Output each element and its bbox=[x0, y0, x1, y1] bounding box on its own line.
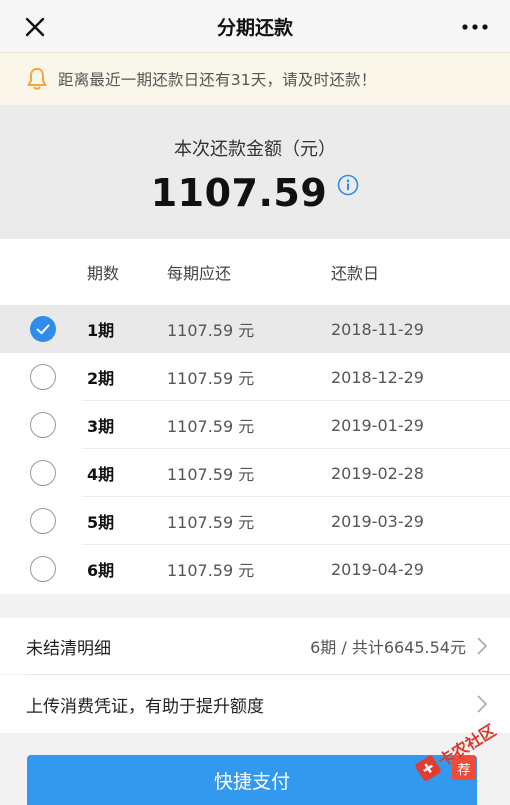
period-label: 6期 bbox=[87, 561, 115, 580]
outstanding-detail-label: 未结清明细 bbox=[26, 638, 111, 659]
due-date: 2019-02-28 bbox=[331, 463, 424, 483]
outstanding-detail-row[interactable]: 未结清明细 6期 / 共计6645.54元 bbox=[0, 618, 510, 674]
watermark-logo: 卡农社区 bbox=[415, 721, 499, 781]
outstanding-detail-value: 6期 / 共计6645.54元 bbox=[310, 638, 466, 657]
due-date: 2019-03-29 bbox=[331, 511, 424, 531]
radio-unselected[interactable] bbox=[30, 460, 56, 486]
installment-row-3[interactable]: 3期 1107.59 元 2019-01-29 bbox=[0, 401, 510, 449]
amount-value: 1107.59 bbox=[150, 171, 328, 215]
installment-row-5[interactable]: 5期 1107.59 元 2019-03-29 bbox=[0, 497, 510, 545]
page-title: 分期还款 bbox=[216, 16, 293, 39]
period-label: 4期 bbox=[87, 465, 115, 484]
header-amount: 每期应还 bbox=[167, 264, 232, 283]
radio-unselected[interactable] bbox=[30, 556, 56, 582]
due-date: 2018-11-29 bbox=[331, 319, 424, 339]
header-period: 期数 bbox=[87, 264, 120, 283]
radio-unselected[interactable] bbox=[30, 364, 56, 390]
installment-amount: 1107.59 元 bbox=[167, 417, 255, 436]
due-date: 2019-01-29 bbox=[331, 415, 424, 435]
repayment-notice: 距离最近一期还款日还有31天，请及时还款！ bbox=[0, 52, 510, 106]
more-icon bbox=[462, 24, 488, 30]
period-label: 3期 bbox=[87, 417, 115, 436]
installment-amount: 1107.59 元 bbox=[167, 513, 255, 532]
upload-receipt-label: 上传消费凭证，有助于提升额度 bbox=[26, 696, 264, 717]
period-label: 1期 bbox=[87, 321, 115, 340]
close-icon bbox=[25, 17, 45, 37]
due-date: 2019-04-29 bbox=[331, 559, 424, 579]
installment-table: 期数 每期应还 还款日 1期 1107.59 元 2018-11-29 2期 1… bbox=[0, 239, 510, 594]
more-button[interactable] bbox=[458, 12, 492, 42]
installment-amount: 1107.59 元 bbox=[167, 561, 255, 580]
repayment-summary: 本次还款金额（元） 1107.59 bbox=[0, 105, 510, 239]
radio-unselected[interactable] bbox=[30, 412, 56, 438]
info-icon[interactable] bbox=[337, 174, 359, 196]
period-label: 2期 bbox=[87, 369, 115, 388]
header-date: 还款日 bbox=[331, 264, 380, 283]
bell-icon bbox=[27, 68, 47, 90]
header: 分期还款 bbox=[0, 0, 510, 52]
radio-unselected[interactable] bbox=[30, 508, 56, 534]
watermark-text: 卡农社区 bbox=[435, 721, 499, 771]
installment-amount: 1107.59 元 bbox=[167, 321, 255, 340]
notice-text: 距离最近一期还款日还有31天，请及时还款！ bbox=[58, 71, 377, 89]
close-button[interactable] bbox=[18, 10, 52, 44]
check-icon bbox=[36, 324, 50, 335]
installment-amount: 1107.59 元 bbox=[167, 465, 255, 484]
radio-selected[interactable] bbox=[30, 316, 56, 342]
amount-label: 本次还款金额（元） bbox=[174, 139, 336, 160]
due-date: 2018-12-29 bbox=[331, 367, 424, 387]
chevron-right-icon bbox=[477, 695, 488, 713]
installment-row-4[interactable]: 4期 1107.59 元 2019-02-28 bbox=[0, 449, 510, 497]
installment-row-2[interactable]: 2期 1107.59 元 2018-12-29 bbox=[0, 353, 510, 401]
table-header: 期数 每期应还 还款日 bbox=[0, 239, 510, 305]
installment-row-1[interactable]: 1期 1107.59 元 2018-11-29 bbox=[0, 305, 510, 353]
installment-amount: 1107.59 元 bbox=[167, 369, 255, 388]
chevron-right-icon bbox=[477, 637, 488, 655]
period-label: 5期 bbox=[87, 513, 115, 532]
installment-row-6[interactable]: 6期 1107.59 元 2019-04-29 bbox=[0, 545, 510, 593]
